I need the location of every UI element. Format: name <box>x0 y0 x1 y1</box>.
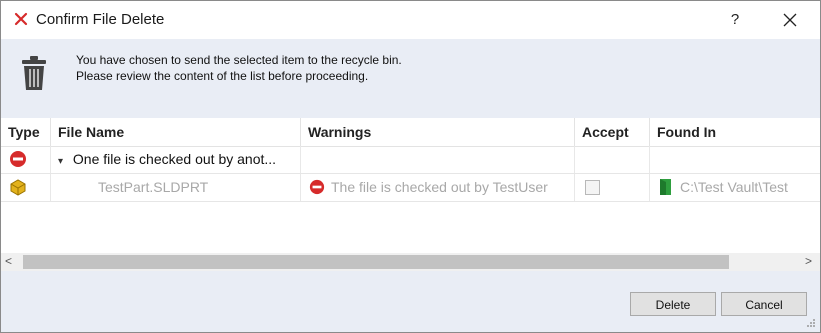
recycle-bin-icon <box>22 56 46 90</box>
help-button[interactable]: ? <box>721 7 749 33</box>
warning-cell: The file is checked out by TestUser <box>301 174 575 201</box>
part-icon <box>10 179 26 196</box>
vault-folder-icon <box>660 179 671 195</box>
column-header-file-name[interactable]: File Name <box>51 118 301 146</box>
close-icon <box>783 13 797 27</box>
title-bar: Confirm File Delete ? <box>1 1 820 39</box>
info-message-1: You have chosen to send the selected ite… <box>76 53 402 67</box>
found-in-cell <box>650 146 820 173</box>
column-header-accept[interactable]: Accept <box>575 118 650 146</box>
resize-grip-icon[interactable] <box>806 318 816 328</box>
stop-icon <box>309 179 325 195</box>
info-message-2: Please review the content of the list be… <box>76 69 369 83</box>
type-cell <box>1 174 51 201</box>
horizontal-scrollbar[interactable]: < > <box>1 253 820 271</box>
files-table: Type File Name Warnings Accept Found In … <box>1 118 820 253</box>
confirm-delete-dialog: Confirm File Delete ? You have chosen to… <box>0 0 821 333</box>
button-bar: Delete Cancel <box>1 271 820 332</box>
column-header-warnings[interactable]: Warnings <box>301 118 575 146</box>
file-name-cell: TestPart.SLDPRT <box>51 174 301 201</box>
type-cell <box>1 146 51 173</box>
table-row[interactable]: TestPart.SLDPRT The file is checked out … <box>1 174 820 202</box>
delete-button[interactable]: Delete <box>630 292 716 316</box>
accept-cell <box>575 146 650 173</box>
cancel-button[interactable]: Cancel <box>721 292 807 316</box>
column-header-type[interactable]: Type <box>1 118 51 146</box>
scrollbar-thumb[interactable] <box>23 255 729 269</box>
red-x-icon <box>14 12 28 26</box>
found-in-path: C:\Test Vault\Test <box>680 179 788 195</box>
table-header: Type File Name Warnings Accept Found In <box>1 118 820 147</box>
group-label: One file is checked out by anot... <box>72 151 277 167</box>
expand-toggle-icon[interactable]: ▾ <box>58 156 63 167</box>
found-in-cell: C:\Test Vault\Test <box>650 174 820 201</box>
column-header-found-in[interactable]: Found In <box>650 118 820 146</box>
group-label-cell: ▾ One file is checked out by anot... <box>51 146 301 173</box>
scroll-right-icon[interactable]: > <box>805 254 812 268</box>
window-title: Confirm File Delete <box>36 11 165 28</box>
stop-icon <box>10 151 26 167</box>
accept-cell <box>575 174 650 201</box>
accept-checkbox[interactable] <box>585 180 600 195</box>
warning-text: The file is checked out by TestUser <box>331 179 548 195</box>
table-row-group[interactable]: ▾ One file is checked out by anot... <box>1 146 820 174</box>
info-band: You have chosen to send the selected ite… <box>1 39 820 119</box>
close-button[interactable] <box>776 7 804 33</box>
scroll-left-icon[interactable]: < <box>5 254 12 268</box>
warnings-cell <box>301 146 575 173</box>
